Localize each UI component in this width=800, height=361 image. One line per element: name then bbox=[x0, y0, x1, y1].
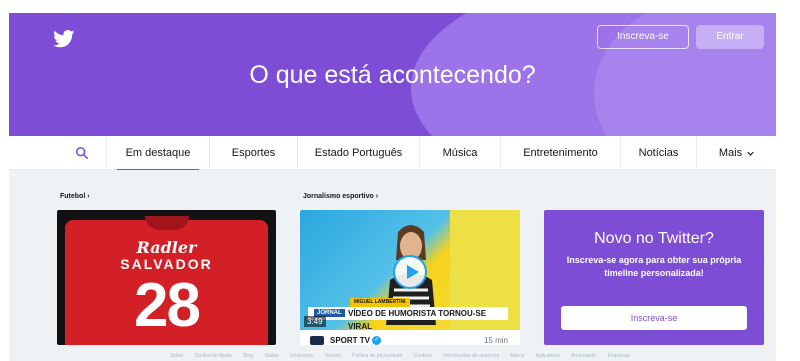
footer-links: Sobre Central de Ajuda Blog Status Empre… bbox=[0, 351, 800, 361]
sport-tv-logo-icon bbox=[310, 336, 324, 345]
footer-link[interactable]: Empregos bbox=[290, 353, 313, 359]
promo-text: Inscreva-se agora para obter sua própria… bbox=[566, 255, 742, 278]
login-button[interactable]: Entrar bbox=[696, 25, 764, 49]
video-thumbnail[interactable]: MIGUEL LAMBERTINI VÍDEO DE HUMORISTA TOR… bbox=[300, 210, 520, 330]
topic-nav: Em destaque Esportes Estado Português Mú… bbox=[9, 136, 776, 171]
footer-link[interactable]: Blog bbox=[243, 353, 253, 359]
promo-title: Novo no Twitter? bbox=[594, 230, 714, 247]
footer-link[interactable]: Anunciante bbox=[571, 353, 596, 359]
tab-mais-label: Mais bbox=[718, 147, 743, 159]
promo-signup-button[interactable]: Inscreva-se bbox=[561, 306, 747, 330]
footer-link[interactable]: Cookies bbox=[414, 353, 432, 359]
footer-link[interactable]: Aplicativos bbox=[536, 353, 560, 359]
video-tag: MIGUEL LAMBERTINI bbox=[350, 298, 410, 307]
source-row: SPORT TV ✓ 15 min bbox=[300, 334, 520, 345]
tab-em-destaque[interactable]: Em destaque bbox=[106, 136, 209, 171]
footer-link[interactable]: Política de privacidade bbox=[352, 353, 402, 359]
footer-link[interactable]: Empresas bbox=[608, 353, 631, 359]
verified-icon: ✓ bbox=[372, 336, 381, 345]
category-futebol[interactable]: Futebol › bbox=[60, 193, 90, 200]
signup-button[interactable]: Inscreva-se bbox=[597, 25, 689, 49]
twitter-bird-icon[interactable] bbox=[53, 30, 75, 48]
jersey-collar bbox=[145, 216, 189, 230]
video-duration: 3:49 bbox=[304, 316, 326, 327]
jersey-image: Radler SALVADOR 28 bbox=[65, 216, 268, 345]
source-name[interactable]: SPORT TV bbox=[330, 336, 370, 345]
page-title: O que está acontecendo? bbox=[249, 61, 536, 89]
footer-link[interactable]: Termos bbox=[324, 353, 340, 359]
footer-link[interactable]: Sobre bbox=[170, 353, 183, 359]
timestamp: 15 min bbox=[483, 336, 508, 345]
search-icon[interactable] bbox=[75, 146, 89, 160]
footer-link[interactable]: Marca bbox=[510, 353, 524, 359]
moment-card-video[interactable]: MIGUEL LAMBERTINI VÍDEO DE HUMORISTA TOR… bbox=[300, 210, 520, 345]
tab-entretenimento[interactable]: Entretenimento bbox=[500, 136, 620, 170]
tab-estado-portugues[interactable]: Estado Português bbox=[297, 136, 419, 170]
hero-banner: O que está acontecendo? Inscreva-se Entr… bbox=[9, 13, 776, 136]
footer-link[interactable]: Status bbox=[264, 353, 278, 359]
footer-link[interactable]: Informações de anúncios bbox=[443, 353, 499, 359]
tab-noticias[interactable]: Notícias bbox=[620, 136, 696, 170]
jersey-number: 28 bbox=[134, 271, 201, 340]
moment-card-futebol[interactable]: Radler SALVADOR 28 bbox=[57, 210, 276, 345]
category-jornalismo[interactable]: Jornalismo esportivo › bbox=[303, 193, 378, 200]
play-icon[interactable] bbox=[393, 255, 427, 289]
signup-promo: Novo no Twitter? Inscreva-se agora para … bbox=[544, 210, 764, 345]
nav-search[interactable] bbox=[9, 136, 106, 170]
jersey-sponsor: Radler bbox=[136, 238, 197, 257]
tab-esportes[interactable]: Esportes bbox=[209, 136, 297, 170]
footer-link[interactable]: Central de Ajuda bbox=[195, 353, 232, 359]
tab-mais[interactable]: Mais bbox=[696, 136, 776, 170]
tab-musica[interactable]: Música bbox=[419, 136, 500, 170]
chevron-down-icon bbox=[747, 151, 754, 156]
